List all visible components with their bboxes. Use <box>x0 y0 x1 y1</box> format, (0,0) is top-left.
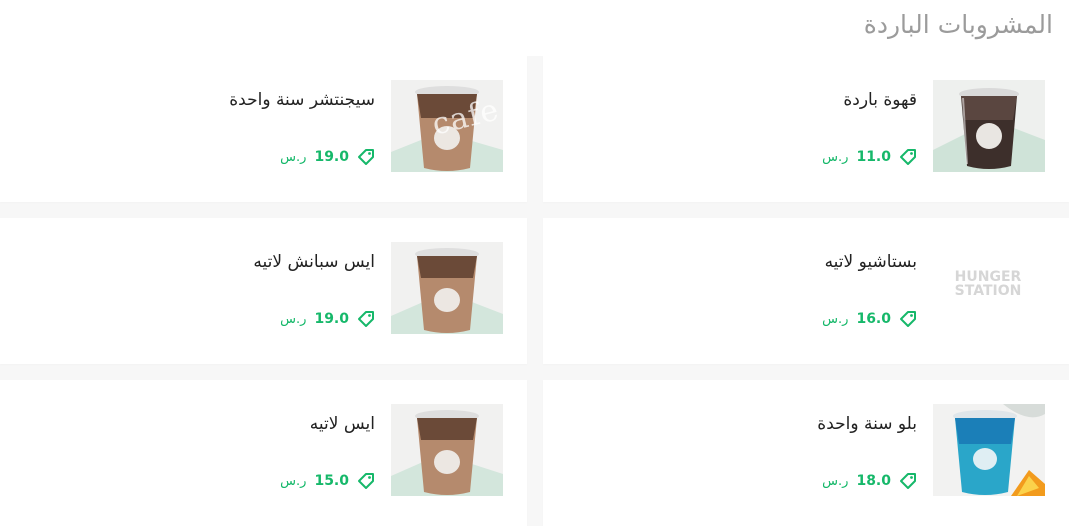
product-image <box>391 80 503 172</box>
price-tag-icon <box>900 311 916 327</box>
product-price: 16.0 <box>856 311 891 327</box>
product-image <box>391 242 503 334</box>
product-price: 15.0 <box>314 473 349 489</box>
product-image <box>933 404 1045 496</box>
price-row: 15.0 ر.س <box>280 472 375 490</box>
price-row: 19.0 ر.س <box>280 148 375 166</box>
price-tag-icon <box>358 311 374 327</box>
currency-label: ر.س <box>822 311 849 327</box>
menu-page: المشروبات الباردة قهوة باردة 11.0 ر.س سي… <box>0 0 1069 526</box>
currency-label: ر.س <box>280 311 307 327</box>
product-card-pistachio[interactable]: HUNGER STATION بستاشيو لاتيه 16.0 ر.س <box>543 218 1069 364</box>
product-image <box>933 80 1045 172</box>
product-name: بلو سنة واحدة <box>817 414 917 434</box>
currency-label: ر.س <box>280 149 307 165</box>
price-row: 19.0 ر.س <box>280 310 375 328</box>
price-tag-icon <box>358 473 374 489</box>
product-image <box>391 404 503 496</box>
currency-label: ر.س <box>822 149 849 165</box>
product-name: ايس لاتيه <box>309 414 375 434</box>
price-tag-icon <box>900 473 916 489</box>
product-name: بستاشيو لاتيه <box>824 252 917 272</box>
product-card-cold-coffee[interactable]: قهوة باردة 11.0 ر.س <box>543 56 1069 202</box>
product-price: 19.0 <box>314 311 349 327</box>
price-row: 18.0 ر.س <box>822 472 917 490</box>
placeholder-logo: HUNGER STATION <box>954 269 1022 299</box>
product-card-signature[interactable]: سيجنتشر سنة واحدة 19.0 ر.س <box>0 56 527 202</box>
price-tag-icon <box>900 149 916 165</box>
product-name: قهوة باردة <box>843 90 917 110</box>
product-name: ايس سبانش لاتيه <box>253 252 375 272</box>
price-tag-icon <box>358 149 374 165</box>
product-price: 19.0 <box>314 149 349 165</box>
product-card-ice-latte[interactable]: ايس لاتيه 15.0 ر.س <box>0 380 527 526</box>
section-header: المشروبات الباردة <box>0 0 1069 56</box>
product-name: سيجنتشر سنة واحدة <box>229 90 375 110</box>
currency-label: ر.س <box>822 473 849 489</box>
product-card-blue[interactable]: بلو سنة واحدة 18.0 ر.س <box>543 380 1069 526</box>
price-row: 11.0 ر.س <box>822 148 917 166</box>
product-price: 18.0 <box>856 473 891 489</box>
price-row: 16.0 ر.س <box>822 310 917 328</box>
product-card-spanish-latte[interactable]: ايس سبانش لاتيه 19.0 ر.س <box>0 218 527 364</box>
currency-label: ر.س <box>280 473 307 489</box>
section-title: المشروبات الباردة <box>863 10 1053 39</box>
product-price: 11.0 <box>856 149 891 165</box>
